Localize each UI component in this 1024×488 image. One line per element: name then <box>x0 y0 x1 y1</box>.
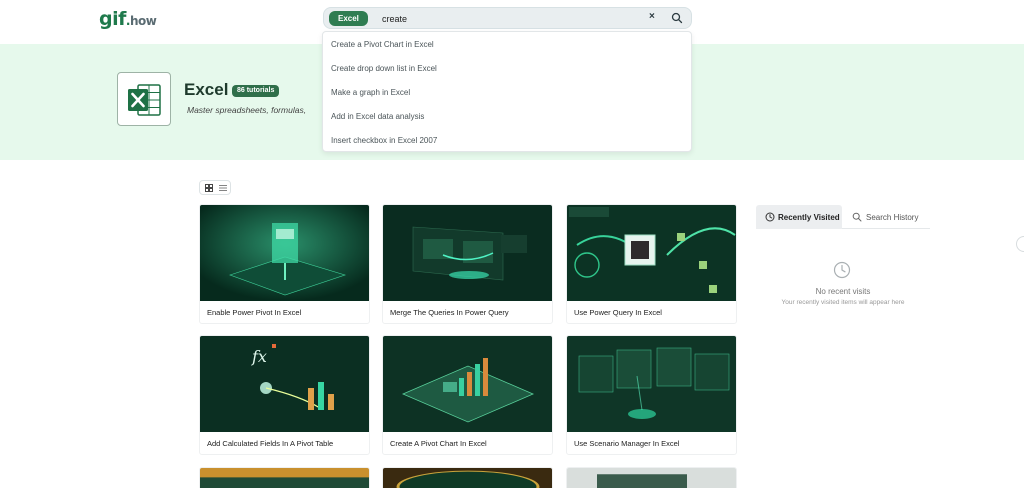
empty-state-title: No recent visits <box>815 287 871 296</box>
card-title: Enable Power Pivot In Excel <box>207 308 302 317</box>
card-thumbnail <box>383 205 552 301</box>
card-title: Add Calculated Fields In A Pivot Table <box>207 439 334 448</box>
grid-view-icon[interactable] <box>205 184 213 192</box>
tutorial-count-badge: 86 tutorials <box>232 85 280 97</box>
search-icon[interactable] <box>671 12 683 24</box>
search-icon <box>852 212 862 222</box>
search-bar: Excel × <box>323 7 692 29</box>
search-suggestions: Create a Pivot Chart in Excel Create dro… <box>322 31 692 152</box>
view-toggle <box>199 180 231 195</box>
empty-state-subtitle: Your recently visited items will appear … <box>781 299 905 306</box>
page-title: Excel <box>184 80 229 99</box>
tab-label: Recently Visited <box>778 213 840 222</box>
suggestion-item[interactable]: Create a Pivot Chart in Excel <box>331 40 434 49</box>
card-thumbnail <box>567 468 736 488</box>
card-thumbnail <box>200 205 369 301</box>
tutorial-card[interactable] <box>382 467 553 488</box>
tutorial-card[interactable]: Merge The Queries In Power Query <box>382 204 553 324</box>
card-title: Create A Pivot Chart In Excel <box>390 439 487 448</box>
search-input[interactable] <box>382 10 632 27</box>
card-thumbnail: fx <box>200 336 369 432</box>
card-thumbnail <box>383 336 552 432</box>
card-thumbnail <box>200 468 369 488</box>
tutorial-card[interactable]: fx Add Calculated Fields In A Pivot Tabl… <box>199 335 370 455</box>
page-subtitle: Master spreadsheets, formulas, <box>187 105 307 115</box>
history-tabs: Recently Visited Search History <box>756 205 930 229</box>
tutorial-card[interactable] <box>566 467 737 488</box>
clock-icon <box>765 212 775 222</box>
suggestion-item[interactable]: Make a graph in Excel <box>331 88 410 97</box>
clock-icon <box>833 261 851 279</box>
logo-suffix: how <box>129 14 157 28</box>
card-title: Merge The Queries In Power Query <box>390 308 509 317</box>
tab-recently-visited[interactable]: Recently Visited <box>756 205 842 229</box>
excel-logo-icon <box>117 72 171 126</box>
suggestion-item[interactable]: Create drop down list in Excel <box>331 64 437 73</box>
card-thumbnail <box>383 468 552 488</box>
suggestion-item[interactable]: Add in Excel data analysis <box>331 112 424 121</box>
tutorial-card[interactable]: Create A Pivot Chart In Excel <box>382 335 553 455</box>
tutorial-card[interactable] <box>199 467 370 488</box>
card-title: Use Scenario Manager In Excel <box>574 439 680 448</box>
tutorial-card[interactable]: Use Power Query In Excel <box>566 204 737 324</box>
sidebar-collapse-handle[interactable] <box>1016 236 1024 252</box>
card-thumbnail <box>567 336 736 432</box>
card-thumbnail <box>567 205 736 301</box>
tutorial-card[interactable]: Use Scenario Manager In Excel <box>566 335 737 455</box>
list-view-icon[interactable] <box>219 184 227 192</box>
card-title: Use Power Query In Excel <box>574 308 662 317</box>
search-category-chip[interactable]: Excel <box>329 11 368 26</box>
logo-text: gif <box>99 8 126 30</box>
site-logo[interactable]: gif.how <box>99 8 157 30</box>
svg-text:fx: fx <box>251 347 267 366</box>
clear-icon[interactable]: × <box>649 11 655 22</box>
tab-search-history[interactable]: Search History <box>852 205 930 229</box>
suggestion-item[interactable]: Insert checkbox in Excel 2007 <box>331 136 437 145</box>
tab-label: Search History <box>866 213 919 222</box>
tutorial-card[interactable]: Enable Power Pivot In Excel <box>199 204 370 324</box>
